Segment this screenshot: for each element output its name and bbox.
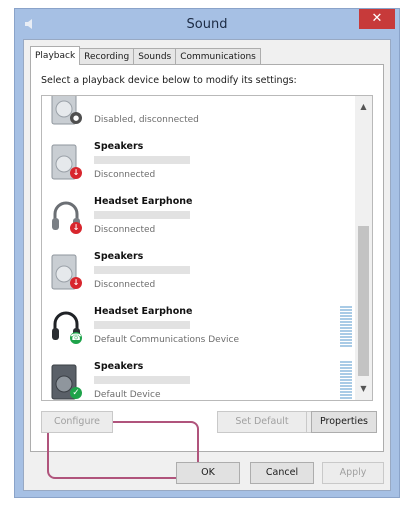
scroll-down-icon[interactable]: ▼ [355,382,372,396]
tab-sounds[interactable]: Sounds [133,48,177,65]
device-name: Speakers [94,361,144,372]
properties-button[interactable]: Properties [311,411,377,433]
device-name: Headset Earphone [94,306,193,317]
device-row-headset-default-comm[interactable]: ☎ Headset Earphone Default Communication… [42,302,354,357]
device-row-speakers-default[interactable]: ✓ Speakers Default Device [42,357,354,400]
configure-button[interactable]: Configure [41,411,113,433]
instruction-text: Select a playback device below to modify… [41,75,297,86]
device-status: Disabled, disconnected [94,115,199,125]
scroll-up-icon[interactable]: ▲ [355,100,372,114]
volume-level-meter [340,361,352,400]
disconnected-badge-icon: ↓ [70,277,82,289]
title-bar[interactable]: Sound ✕ [15,9,399,39]
set-default-button[interactable]: Set Default [217,411,307,433]
scroll-thumb[interactable] [358,226,369,376]
disconnected-badge-icon: ↓ [70,167,82,179]
volume-level-meter [340,306,352,348]
sound-dialog: Sound ✕ Playback Recording Sounds Commun… [14,8,400,498]
window-title: Sound [186,17,228,32]
close-button[interactable]: ✕ [359,9,395,29]
cancel-button[interactable]: Cancel [250,462,314,484]
device-detail-redacted [94,376,190,384]
device-row-headset-1[interactable]: ↓ Headset Earphone Disconnected [42,192,354,247]
ok-button[interactable]: OK [176,462,240,484]
device-status: Disconnected [94,280,156,290]
tab-strip: Playback Recording Sounds Communications [30,46,261,65]
tab-communications[interactable]: Communications [175,48,261,65]
device-list[interactable]: ● Disabled, disconnected ↓ Speakers Disc… [41,95,373,401]
device-detail-redacted [94,211,190,219]
device-row-speakers-2[interactable]: ↓ Speakers Disconnected [42,247,354,302]
device-status: Disconnected [94,225,156,235]
device-row-disabled[interactable]: ● Disabled, disconnected [42,96,354,137]
device-detail-redacted [94,321,190,329]
playback-panel: Select a playback device below to modify… [30,64,384,479]
apply-button[interactable]: Apply [322,462,384,484]
phone-badge-icon: ☎ [70,332,82,344]
device-status: Default Device [94,390,161,400]
device-detail-redacted [94,266,190,274]
device-status: Disconnected [94,170,156,180]
device-name: Speakers [94,141,144,152]
dialog-client-area: Playback Recording Sounds Communications… [23,39,391,491]
tab-playback[interactable]: Playback [30,46,81,65]
device-name: Headset Earphone [94,196,193,207]
device-name: Speakers [94,251,144,262]
tab-recording[interactable]: Recording [79,48,135,65]
device-detail-redacted [94,156,190,164]
disabled-badge-icon: ● [70,112,82,124]
device-row-speakers-1[interactable]: ↓ Speakers Disconnected [42,137,354,192]
device-list-scrollbar[interactable]: ▲ ▼ [355,96,372,400]
disconnected-badge-icon: ↓ [70,222,82,234]
device-status: Default Communications Device [94,335,240,345]
check-badge-icon: ✓ [70,387,82,399]
